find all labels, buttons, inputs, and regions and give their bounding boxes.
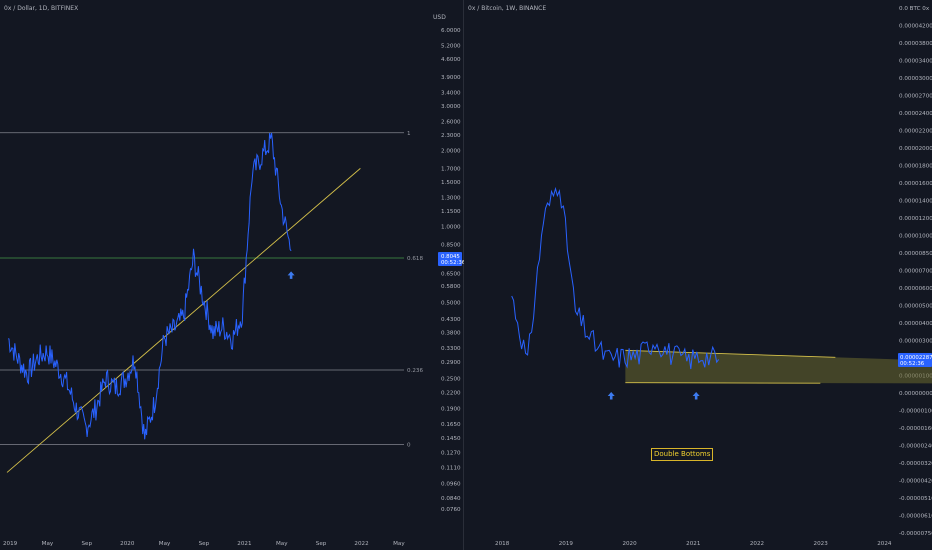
y-tick-label: 0.00000600 [899,286,932,292]
right-chart-panel[interactable]: 0x / Bitcoin, 1W, BINANCE 0.0 BTC 0x 0.00… [466,0,932,550]
arrow-up-icon [607,392,615,400]
y-tick-label: 0.00000500 [899,304,932,310]
y-tick-label: 0.00000400 [899,321,932,327]
y-tick-label: 0.1270 [441,451,461,457]
y-tick-label: 0.00000850 [899,251,932,257]
left-chart-panel[interactable]: 0x / Dollar, 1D, BITFINEX USD 1 0.618 0.23… [0,0,464,550]
y-tick-label: 0.0760 [441,507,461,513]
fib-level-label: 0.618 [407,256,423,262]
y-tick-label: 0.00003800 [899,41,932,47]
y-tick-label: 0.00002700 [899,94,932,100]
x-tick-label: 2020 [120,541,135,547]
y-tick-label: 1.0000 [441,224,461,230]
y-tick-label: -0.00000420 [899,479,932,485]
y-tick-label: 0.3300 [441,346,461,352]
price-tag-time: 00:52:36 [900,361,925,367]
y-tick-label: 4.6000 [441,57,461,63]
x-tick-label: 2019 [3,541,18,547]
y-tick-label: 6.0000 [441,28,461,34]
y-tick-label: 0.00001000 [899,234,932,240]
x-tick-label: 2019 [559,541,574,547]
y-tick-label: 0.3800 [441,331,461,337]
y-tick-label: 0.0 BTC 0x [899,6,930,12]
y-tick-label: 1.1500 [441,209,461,215]
y-tick-label: 0.00002400 [899,111,932,117]
x-tick-label: May [159,541,171,547]
x-tick-label: 2018 [495,541,510,547]
y-tick-label: 0.8500 [441,242,461,248]
fib-level-label: 0 [407,442,411,448]
y-tick-label: 0.5000 [441,300,461,306]
x-tick-label: 2022 [750,541,764,547]
y-tick-label: 0.5800 [441,284,461,290]
y-tick-label: 0.00003400 [899,59,932,65]
arrow-up-icon [287,271,295,279]
x-tick-label: Sep [81,541,92,547]
y-tick-label: 0.1450 [441,436,461,442]
y-tick-label: 5.2000 [441,44,461,50]
y-tick-label: 2.6000 [441,120,461,126]
y-tick-label: 0.00003000 [899,76,932,82]
x-tick-label: Sep [316,541,327,547]
y-tick-label: 1.3000 [441,196,461,202]
y-tick-label: 0.00002000 [899,146,932,152]
y-tick-label: 0.00000000 [899,391,932,397]
y-tick-label: 0.00004200 [899,24,932,30]
y-tick-label: -0.00000320 [899,461,932,467]
y-tick-label: 0.00000700 [899,269,932,275]
y-tick-label: 0.2200 [441,390,461,396]
y-tick-label: -0.00000100 [899,409,932,415]
y-tick-label: -0.00000610 [899,514,932,520]
x-tick-label: May [276,541,288,547]
arrow-up-icon [692,392,700,400]
x-tick-label: 2022 [354,541,368,547]
x-tick-label: Sep [199,541,210,547]
y-tick-label: -0.00000750 [899,531,932,537]
y-tick-label: -0.00000160 [899,426,932,432]
y-tick-label: 0.4300 [441,317,461,323]
double-bottoms-label: Double Bottoms [651,448,714,461]
y-tick-label: 0.2900 [441,360,461,366]
y-tick-label: 0.6500 [441,272,461,278]
x-tick-label: 2024 [877,541,892,547]
y-tick-label: 0.1110 [441,465,461,471]
y-tick-label: 0.2500 [441,376,461,382]
y-tick-label: 3.9000 [441,75,461,81]
y-tick-label: 0.00001600 [899,181,932,187]
y-tick-label: -0.00000240 [899,444,932,450]
y-tick-label: 0.00001400 [899,199,932,205]
y-tick-label: 0.00001800 [899,164,932,170]
right-chart-svg: 0.0 BTC 0x 0.00004200 0.00003800 0.00003400… [495,6,932,547]
x-tick-label: 2023 [814,541,829,547]
fib-level-label: 1 [407,131,411,137]
y-tick-label: 2.3000 [441,133,461,139]
x-tick-label: 2021 [686,541,701,547]
y-tick-label: 1.5000 [441,180,461,186]
price-line [7,132,292,440]
x-tick-label: May [393,541,405,547]
ascending-trendline [6,168,361,473]
x-tick-label: 2020 [622,541,637,547]
y-tick-label: 0.0840 [441,496,461,502]
left-chart-svg: 1 0.618 0.236 0 6.0000 5.2000 4.6000 3.9000 3.40… [0,28,464,547]
price-line [511,186,720,370]
x-tick-label: 2021 [237,541,252,547]
y-tick-label: 0.1650 [441,422,461,428]
y-tick-label: -0.00000510 [899,496,932,502]
y-tick-label: 0.0960 [441,481,461,487]
y-tick-label: 0.00000300 [899,339,932,345]
y-tick-label: 0.1900 [441,407,461,413]
y-tick-label: 3.0000 [441,104,461,110]
fib-level-label: 0.236 [407,368,423,374]
x-tick-label: May [42,541,54,547]
y-tick-label: 0.00001200 [899,216,932,222]
price-tag-time: 00:52:36 [441,260,464,266]
y-tick-label: 0.00002200 [899,129,932,135]
y-tick-label: 3.4000 [441,90,461,96]
y-tick-label: 2.0000 [441,148,461,154]
y-tick-label: 1.7000 [441,166,461,172]
